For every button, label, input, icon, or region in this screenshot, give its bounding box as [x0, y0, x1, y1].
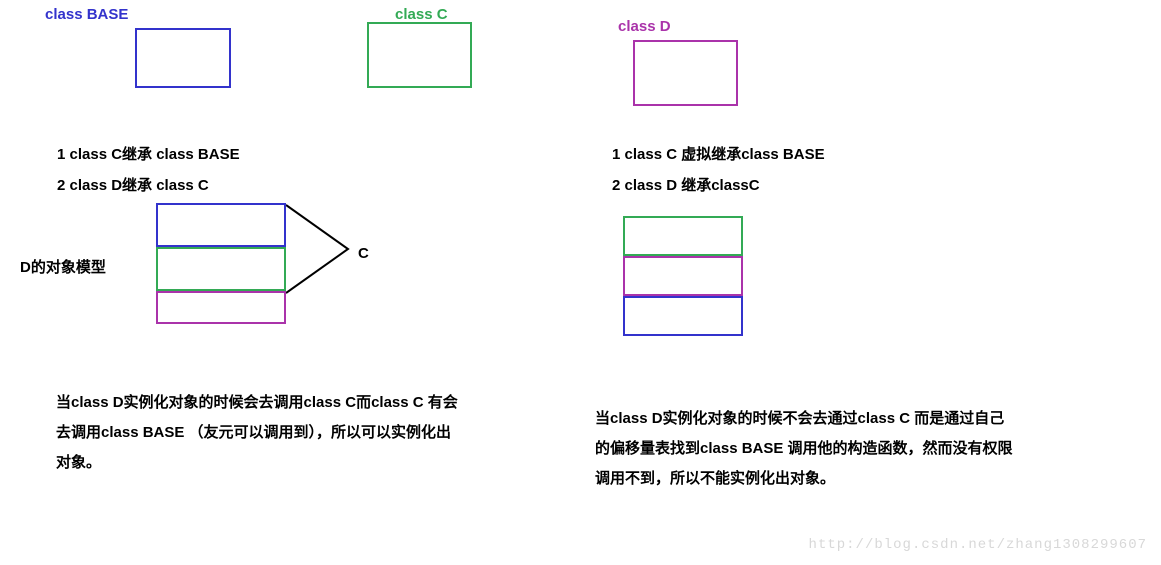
class-base-box [135, 28, 231, 88]
left-model-base-box [156, 203, 286, 247]
left-model-c-box [156, 247, 286, 291]
watermark: http://blog.csdn.net/zhang1308299607 [809, 537, 1147, 553]
class-c-label: class C [395, 6, 448, 23]
class-base-label: class BASE [45, 6, 128, 23]
class-c-box [367, 22, 472, 88]
right-model-c-box [623, 216, 743, 256]
class-d-label: class D [618, 18, 671, 35]
left-paragraph: 当class D实例化对象的时候会去调用class C而class C 有会去调… [56, 388, 466, 478]
right-model-base-box [623, 296, 743, 336]
left-rule2: 2 class D继承 class C [57, 174, 209, 195]
right-paragraph: 当class D实例化对象的时候不会去通过class C 而是通过自己的偏移量表… [595, 404, 1015, 494]
right-rule2: 2 class D 继承classC [612, 174, 760, 195]
bracket-label: C [358, 245, 369, 262]
left-model-label: D的对象模型 [20, 256, 106, 277]
bracket-icon [286, 203, 356, 295]
left-rule1: 1 class C继承 class BASE [57, 143, 240, 164]
class-d-box [633, 40, 738, 106]
left-model-d-box [156, 291, 286, 324]
right-rule1: 1 class C 虚拟继承class BASE [612, 143, 825, 164]
right-model-d-box [623, 256, 743, 296]
